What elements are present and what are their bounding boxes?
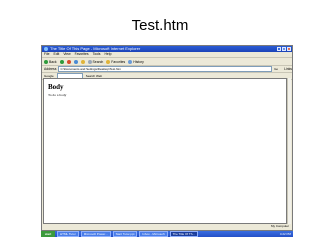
system-clock: 4:22 PM <box>279 232 291 236</box>
history-icon <box>128 59 133 64</box>
task-button[interactable]: Microsoft Power... <box>80 231 111 237</box>
search-button[interactable]: Search <box>87 59 103 64</box>
window-title: The Title Of This Page - Microsoft Inter… <box>50 46 141 51</box>
search-icon <box>87 59 92 64</box>
menu-favorites[interactable]: Favorites <box>75 52 89 57</box>
page-heading: Body <box>48 83 64 91</box>
history-button[interactable]: History <box>128 59 144 64</box>
forward-arrow-icon[interactable] <box>59 59 64 64</box>
page-text: To do a body <box>48 93 67 97</box>
refresh-icon[interactable] <box>73 59 78 64</box>
status-zone: My Computer <box>270 224 289 228</box>
back-button[interactable]: Back <box>44 59 57 64</box>
menu-file[interactable]: File <box>44 52 49 57</box>
taskbar: start HTML Tutor Microsoft Power... Star… <box>41 231 293 237</box>
slide-title: Test.htm <box>131 17 189 34</box>
back-arrow-icon <box>44 59 48 64</box>
standard-toolbar: Back Search Favorites History <box>42 58 292 66</box>
menu-view[interactable]: View <box>63 52 70 57</box>
menu-edit[interactable]: Edit <box>53 52 59 57</box>
menu-help[interactable]: Help <box>104 52 111 57</box>
status-bar: My Computer <box>43 224 291 229</box>
task-button[interactable]: Start Tutor.ppt <box>112 231 138 237</box>
address-label: Address <box>44 67 57 71</box>
star-icon <box>106 59 111 64</box>
address-bar: Address C:\Documents and Settings\Deskto… <box>42 66 292 73</box>
stop-icon[interactable] <box>66 59 71 64</box>
vertical-scrollbar[interactable] <box>287 78 291 224</box>
task-button-active[interactable]: The Title Of Th... <box>169 231 198 237</box>
start-button[interactable]: start <box>41 231 55 237</box>
address-input[interactable]: C:\Documents and Settings\Desktop\Test.h… <box>58 66 273 72</box>
maximize-button[interactable]: □ <box>282 47 286 51</box>
menu-tools[interactable]: Tools <box>93 52 101 57</box>
window-controls: _ □ × <box>277 47 291 51</box>
links-label[interactable]: Links <box>284 67 292 71</box>
task-button[interactable]: Inbox - Microsoft <box>139 231 168 237</box>
browser-window: The Title Of This Page - Microsoft Inter… <box>41 45 293 231</box>
favorites-button[interactable]: Favorites <box>106 59 125 64</box>
title-bar: The Title Of This Page - Microsoft Inter… <box>42 46 292 52</box>
home-icon[interactable] <box>80 59 85 64</box>
minimize-button[interactable]: _ <box>277 47 281 51</box>
task-button[interactable]: HTML Tutor <box>57 231 79 237</box>
go-button[interactable]: Go <box>274 67 282 71</box>
page-content: Body To do a body <box>43 78 287 224</box>
ie-icon <box>44 47 48 51</box>
close-button[interactable]: × <box>287 47 291 51</box>
